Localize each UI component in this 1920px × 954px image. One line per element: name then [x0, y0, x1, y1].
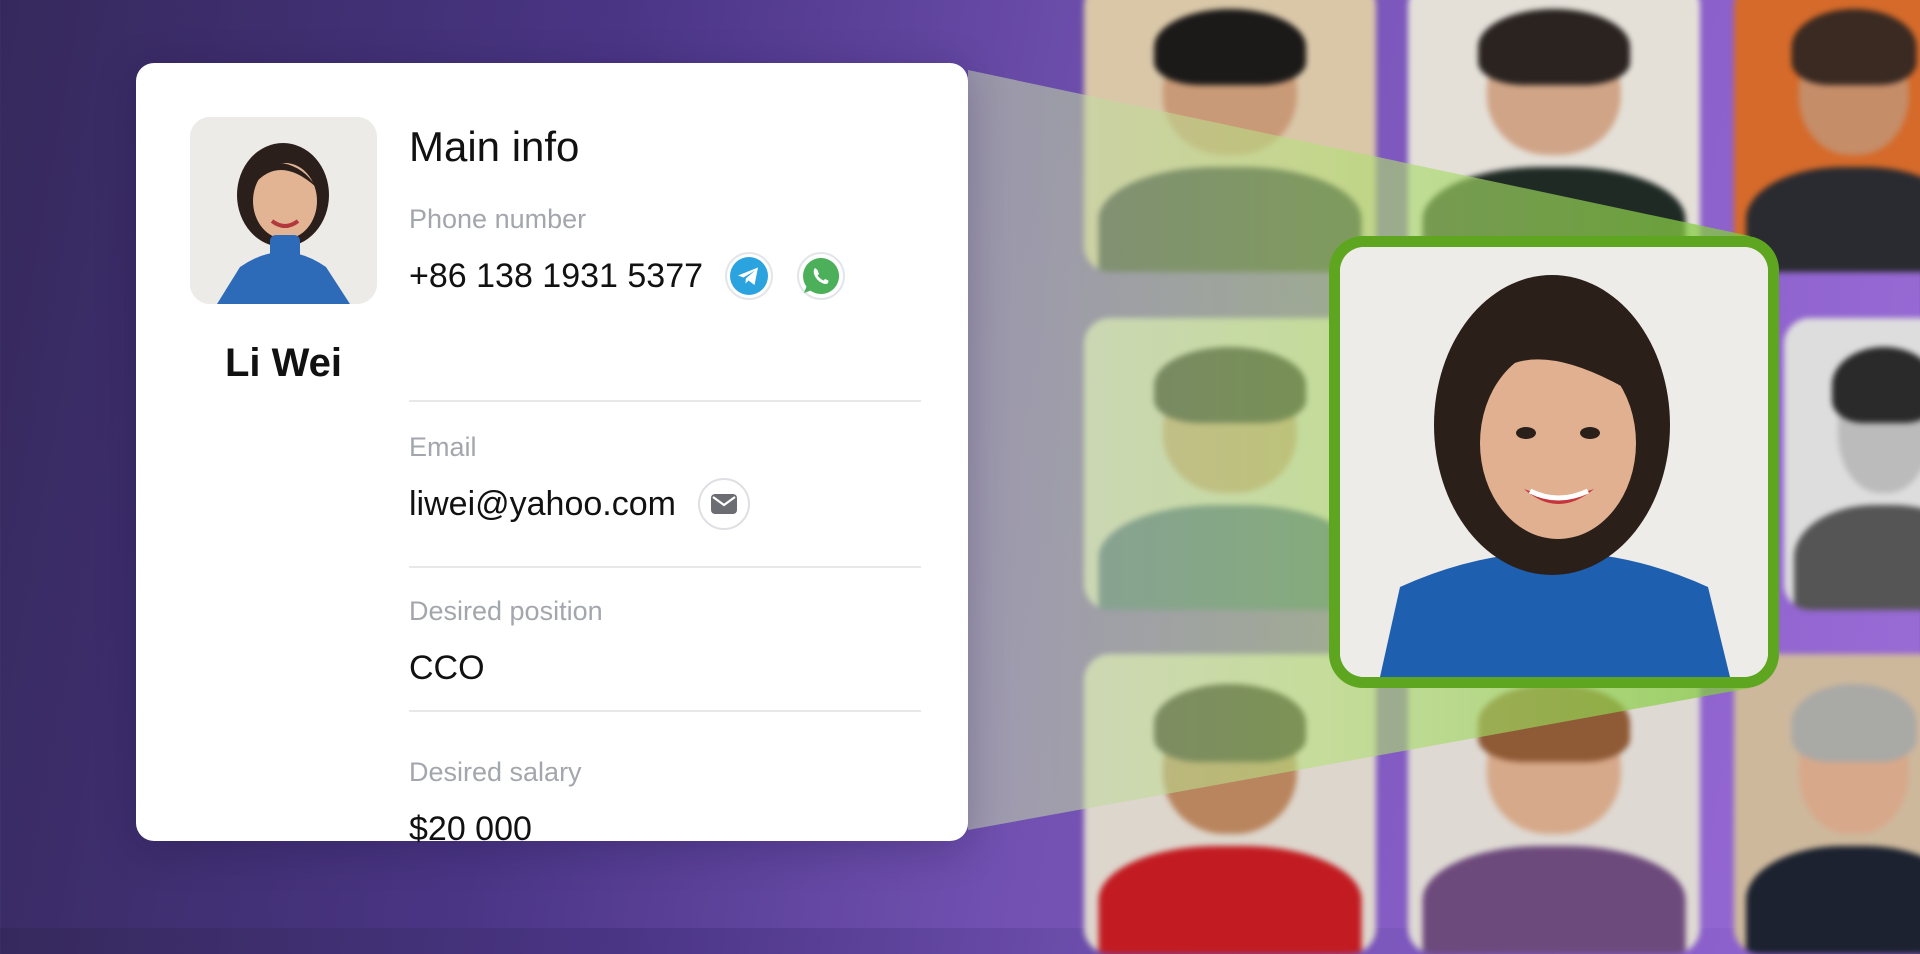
- candidate-photo: [1084, 0, 1376, 272]
- whatsapp-icon: [803, 257, 840, 294]
- email-value[interactable]: liwei@yahoo.com: [409, 485, 676, 524]
- candidate-photo: [1734, 0, 1920, 272]
- email-label: Email: [409, 432, 477, 462]
- whatsapp-button[interactable]: [797, 252, 846, 300]
- mail-icon: [710, 494, 737, 514]
- telegram-icon: [730, 257, 769, 295]
- phone-label: Phone number: [409, 204, 587, 234]
- position-field: Desired position CCO: [409, 593, 921, 697]
- email-field: Email liwei@yahoo.com: [409, 429, 921, 533]
- position-value: CCO: [409, 648, 485, 687]
- section-title: Main info: [409, 123, 580, 170]
- candidate-card: Li Wei Main info Phone number +86 138 19…: [136, 63, 968, 848]
- divider: [409, 400, 921, 402]
- candidate-photo: [1784, 318, 1920, 610]
- candidate-photo: [1734, 654, 1920, 954]
- selected-candidate-photo[interactable]: [1329, 236, 1779, 688]
- candidate-photo: [1408, 0, 1700, 272]
- salary-field: Desired salary $20 000: [409, 754, 921, 858]
- salary-label: Desired salary: [409, 757, 582, 787]
- candidate-portrait-icon: [1340, 247, 1768, 677]
- main-info-panel: Main info Phone number +86 138 1931 5377: [409, 117, 921, 848]
- divider: [409, 710, 921, 712]
- position-label: Desired position: [409, 596, 603, 626]
- phone-value[interactable]: +86 138 1931 5377: [409, 257, 703, 296]
- phone-field: Phone number +86 138 1931 5377: [409, 201, 921, 305]
- candidate-name: Li Wei: [224, 341, 343, 385]
- salary-value: $20 000: [409, 809, 532, 848]
- email-button[interactable]: [697, 478, 750, 530]
- candidate-photo: [1084, 654, 1376, 954]
- candidate-photo: [1408, 654, 1700, 954]
- profile-photo-icon: [190, 117, 377, 304]
- profile-photo: [190, 117, 377, 304]
- divider: [409, 566, 921, 568]
- telegram-button[interactable]: [725, 252, 774, 300]
